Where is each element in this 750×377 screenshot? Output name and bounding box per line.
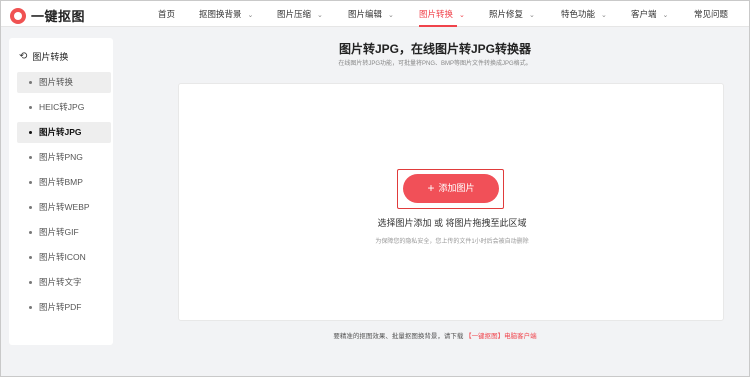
bullet-icon xyxy=(29,231,32,235)
sidebar: ⟲ 图片转换 图片转换 HEIC转JPG 图片转JPG 图片转PNG 图片转BM… xyxy=(9,38,113,345)
logo[interactable]: 一键抠图 xyxy=(10,6,85,25)
bullet-icon xyxy=(29,281,32,285)
logo-icon xyxy=(10,7,26,24)
sidebar-item-to-pdf[interactable]: 图片转PDF xyxy=(17,297,111,318)
sidebar-item-heic-to-jpg[interactable]: HEIC转JPG xyxy=(17,97,111,118)
sidebar-item-to-bmp[interactable]: 图片转BMP xyxy=(17,172,111,193)
download-client-link[interactable]: 【一键抠图】电脑客户端 xyxy=(465,333,537,340)
drop-instruction: 选择图片添加 或 将图片拖拽至此区域 xyxy=(377,218,527,228)
footer-note: 要精准的抠图效果、批量抠图换背景，请下载 【一键抠图】电脑客户端 xyxy=(333,333,537,340)
sidebar-item-to-icon[interactable]: 图片转ICON xyxy=(17,247,111,268)
bullet-icon xyxy=(29,81,32,85)
bullet-icon xyxy=(29,256,32,260)
page-title: 图片转JPG，在线图片转JPG转换器 xyxy=(338,42,532,56)
plus-icon: + xyxy=(427,181,435,195)
sidebar-heading: ⟲ 图片转换 xyxy=(19,51,69,62)
bullet-icon xyxy=(29,131,32,135)
page-subtitle: 在线图片转JPG功能，可批量将PNG、BMP等图片文件转换成JPG格式。 xyxy=(338,61,532,67)
upload-dropzone[interactable]: + 添加图片 选择图片添加 或 将图片拖拽至此区域 为保障您的隐私安全，您上传的文… xyxy=(178,83,724,321)
bullet-icon xyxy=(29,181,32,185)
nav-item-convert[interactable]: 图片转换 ⌄ xyxy=(419,1,465,27)
chevron-down-icon: ⌄ xyxy=(601,12,607,19)
sidebar-item-to-png[interactable]: 图片转PNG xyxy=(17,147,111,168)
convert-icon: ⟲ xyxy=(19,51,28,62)
sidebar-item-to-text[interactable]: 图片转文字 xyxy=(17,272,111,293)
nav-item-client[interactable]: 客户端 ⌄ xyxy=(631,1,668,27)
chevron-down-icon: ⌄ xyxy=(317,12,323,19)
nav-item-compress[interactable]: 图片压缩 ⌄ xyxy=(277,1,323,27)
active-tab-indicator xyxy=(419,25,457,27)
sidebar-item-to-webp[interactable]: 图片转WEBP xyxy=(17,197,111,218)
privacy-note: 为保障您的隐私安全，您上传的文件1小时后会被自动删除 xyxy=(375,239,529,245)
top-navbar: 一键抠图 首页 抠图换背景 ⌄ 图片压缩 ⌄ 图片编辑 ⌄ 图片转换 ⌄ 照片修复 ⌄ 特… xyxy=(1,1,749,27)
chevron-down-icon: ⌄ xyxy=(459,12,465,19)
chevron-down-icon: ⌄ xyxy=(247,12,254,19)
bullet-icon xyxy=(29,156,32,160)
sidebar-item-to-gif[interactable]: 图片转GIF xyxy=(17,222,111,243)
sidebar-item-image-convert[interactable]: 图片转换 xyxy=(17,72,111,93)
nav-item-edit[interactable]: 图片编辑 ⌄ xyxy=(348,1,394,27)
bullet-icon xyxy=(29,206,32,210)
logo-text: 一键抠图 xyxy=(31,9,86,24)
nav-item-matting[interactable]: 抠图换背景 ⌄ xyxy=(199,1,253,27)
sidebar-item-to-jpg[interactable]: 图片转JPG xyxy=(17,122,111,143)
add-image-button[interactable]: + 添加图片 xyxy=(403,174,499,203)
bullet-icon xyxy=(29,106,32,110)
nav-item-home[interactable]: 首页 xyxy=(158,1,175,27)
nav-item-repair[interactable]: 照片修复 ⌄ xyxy=(489,1,535,27)
chevron-down-icon: ⌄ xyxy=(662,12,669,19)
bullet-icon xyxy=(29,306,32,310)
chevron-down-icon: ⌄ xyxy=(529,12,535,19)
nav-item-features[interactable]: 特色功能 ⌄ xyxy=(561,1,607,27)
chevron-down-icon: ⌄ xyxy=(388,12,394,19)
nav-item-faq[interactable]: 常见问题 xyxy=(694,1,728,27)
